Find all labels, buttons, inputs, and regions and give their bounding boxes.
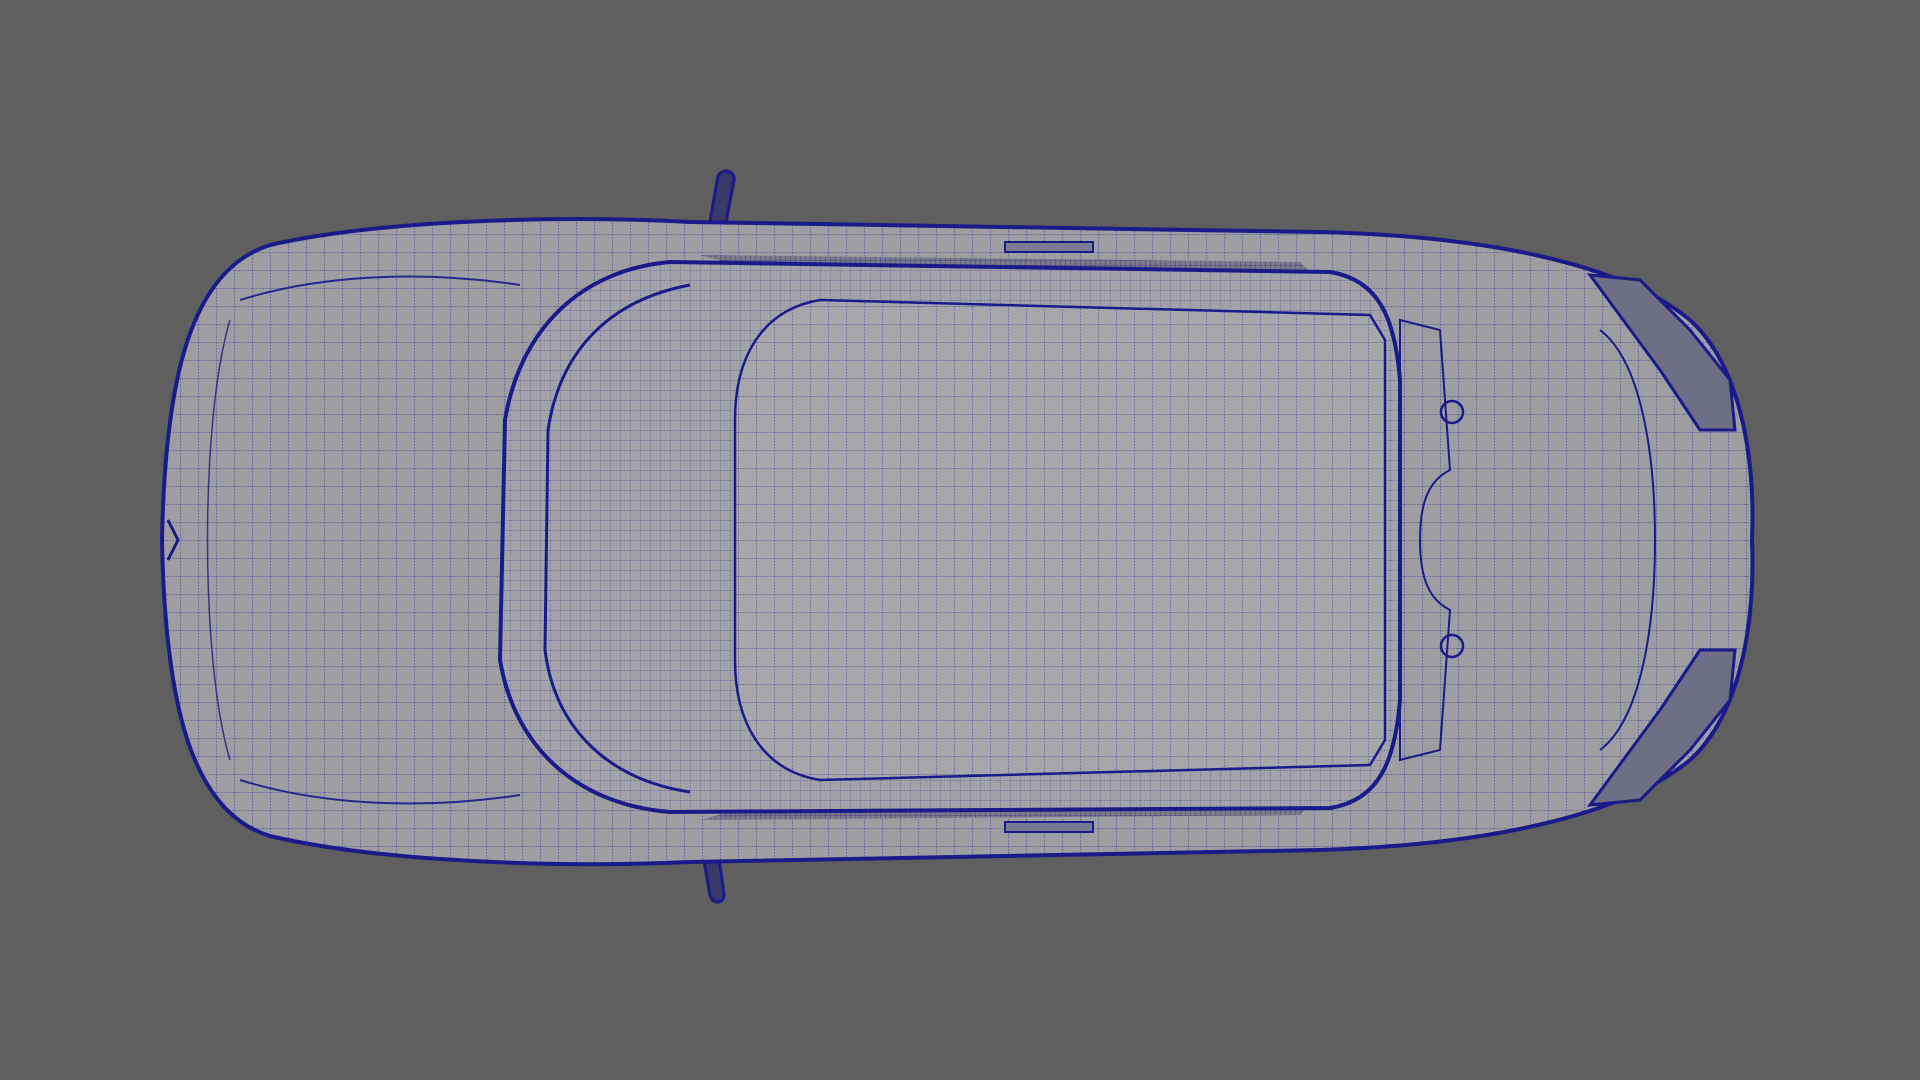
car-wireframe-model[interactable] [0,0,1920,1080]
3d-viewport[interactable] [0,0,1920,1080]
door-handle-bottom [1004,821,1094,833]
glass-roof-panel [733,298,1387,782]
door-handle-top [1004,241,1094,253]
